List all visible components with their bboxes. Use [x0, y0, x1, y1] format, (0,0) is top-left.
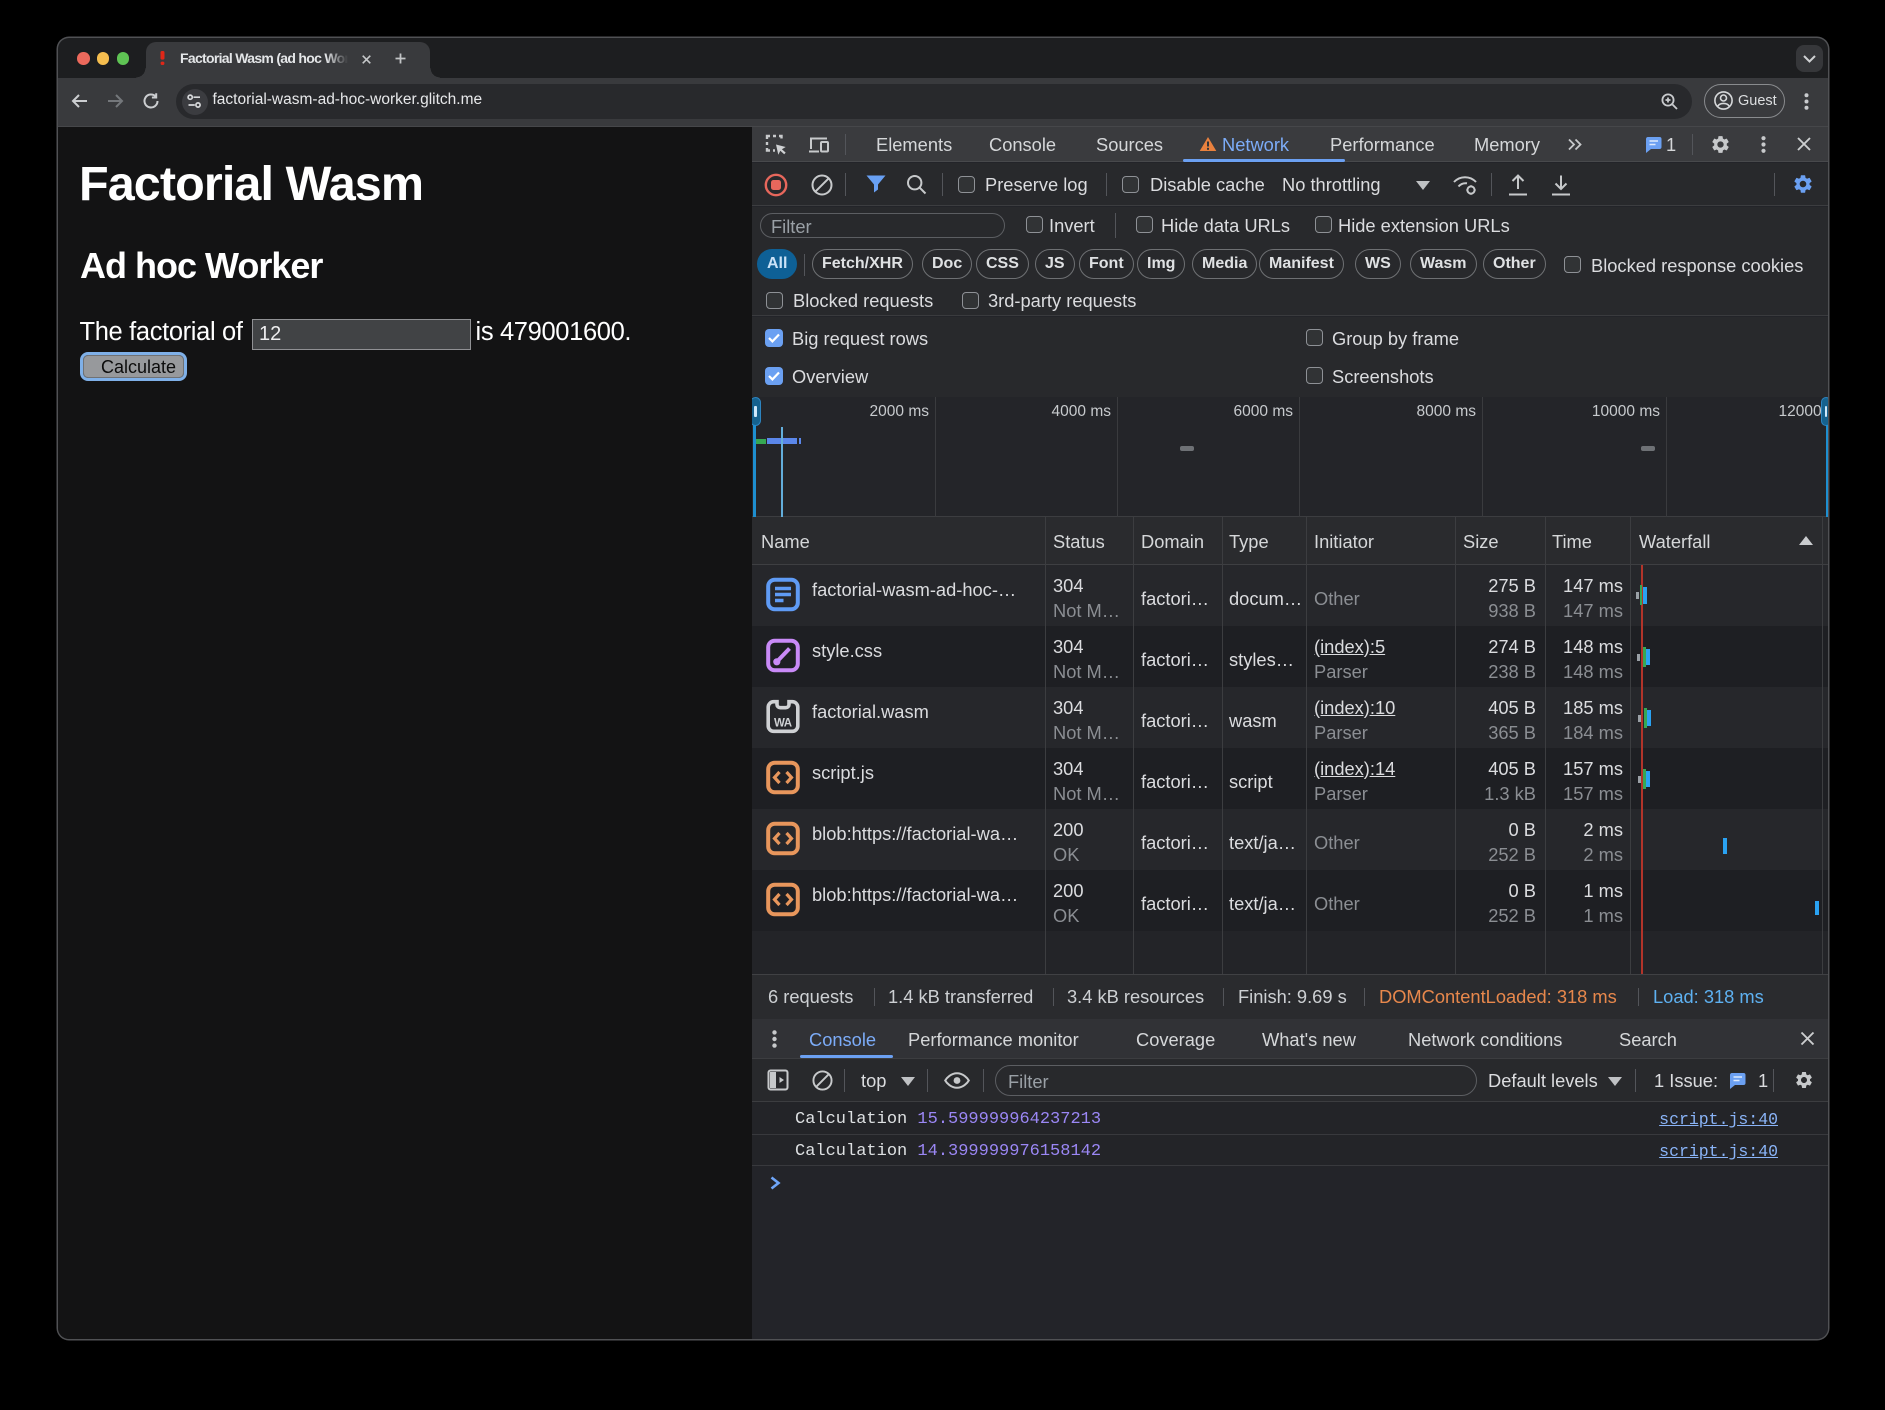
- svg-text:WA: WA: [774, 718, 792, 730]
